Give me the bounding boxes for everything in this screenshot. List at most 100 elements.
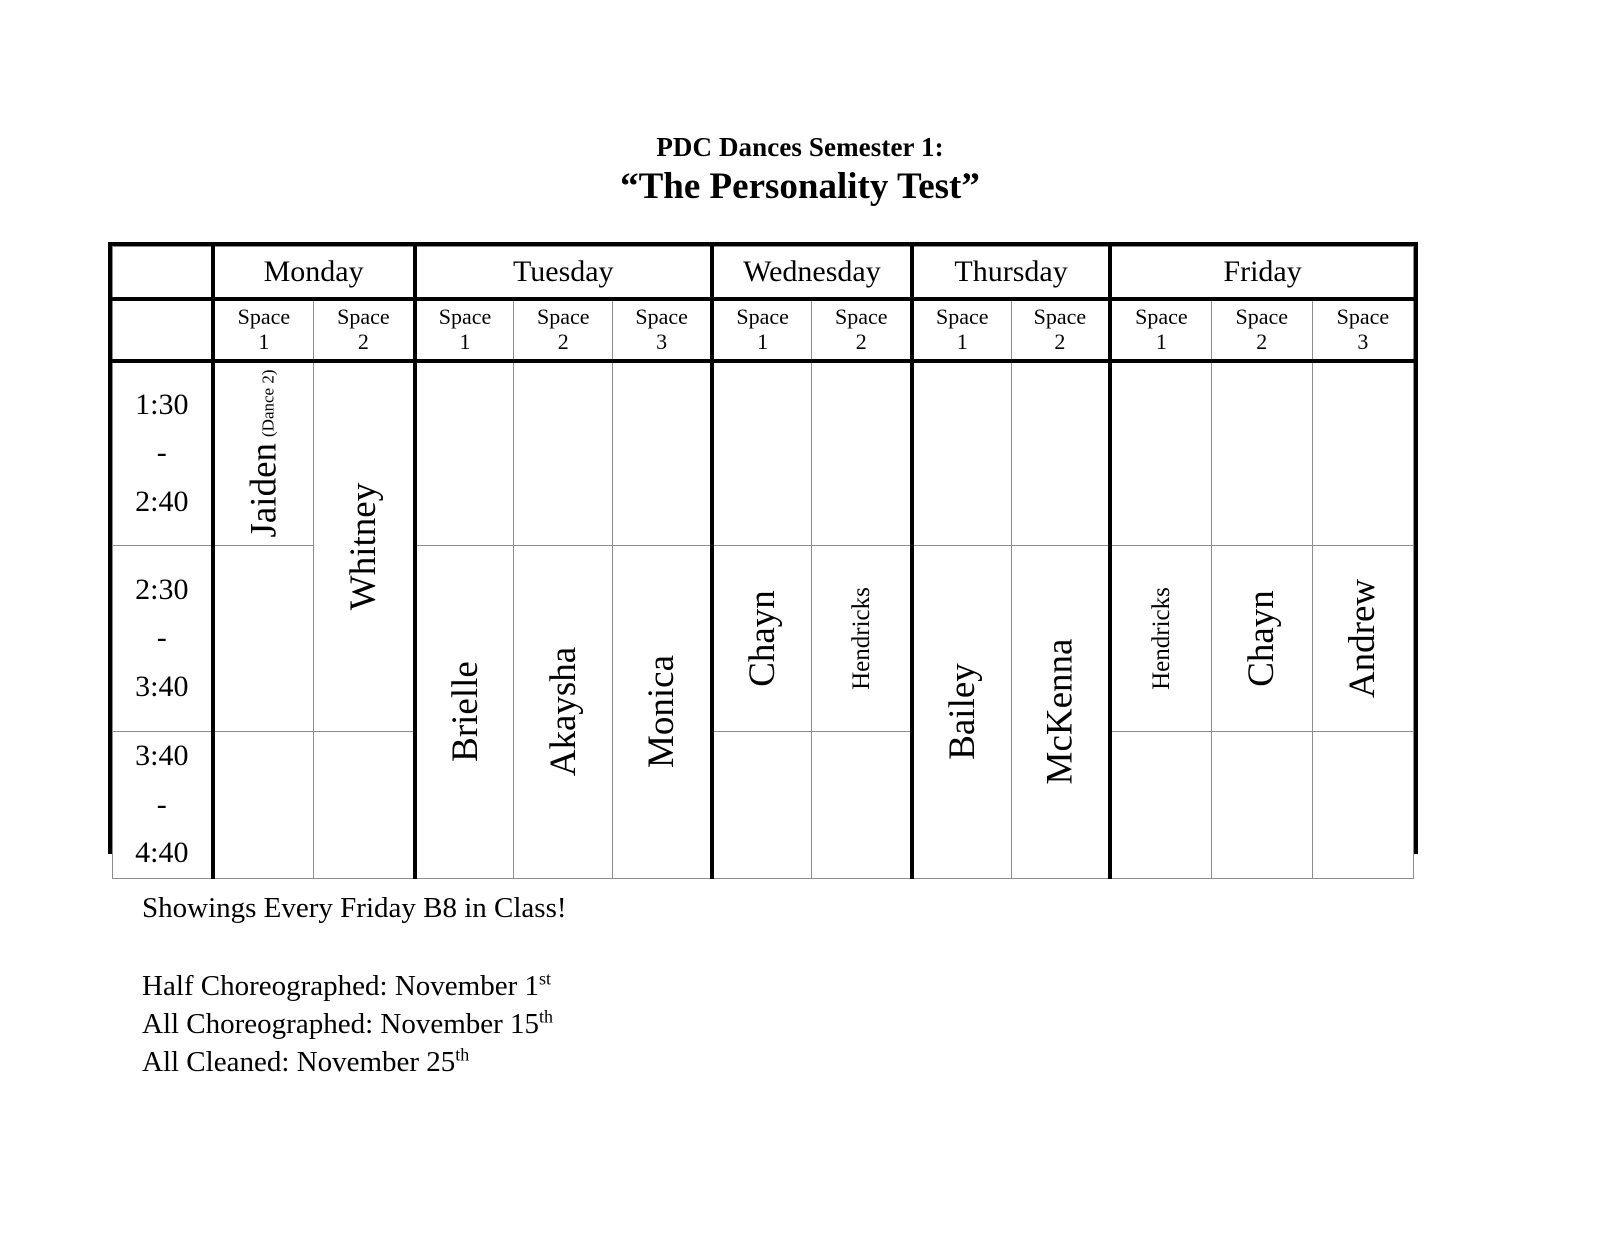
- note-all-choreographed-text: All Choreographed: November 15: [142, 1008, 540, 1041]
- note-showings: Showings Every Friday B8 in Class!: [142, 892, 567, 924]
- header-corner-cell: [111, 246, 214, 301]
- dance-label-jaiden: Jaiden (Dance 2): [215, 363, 314, 546]
- space-header-number: 2: [557, 328, 569, 354]
- space-header-number: 1: [1155, 328, 1167, 354]
- day-header-tuesday: Tuesday: [412, 246, 713, 301]
- space-header-label: Space: [936, 303, 989, 329]
- cell-monday-space1-row3-blocked[interactable]: [210, 731, 315, 879]
- space-header-row: Space 1 Space 2 Space 1 Space 2 Space 3 …: [111, 298, 1415, 363]
- dance-label-monica: Monica: [613, 546, 710, 878]
- day-header-thursday: Thursday: [910, 246, 1111, 301]
- day-header-wednesday: Wednesday: [709, 246, 913, 301]
- space-header-label: Space: [1135, 303, 1188, 329]
- schedule-table-frame: Monday Tuesday Wednesday Thursday Friday…: [108, 242, 1418, 879]
- schedule-row-3: 3:40 - 4:40: [111, 731, 1415, 879]
- note-all-cleaned-ordinal: th: [455, 1044, 470, 1065]
- cell-friday-space2-row1-blocked[interactable]: [1210, 360, 1313, 546]
- dance-label-akaysha: Akaysha: [514, 546, 612, 878]
- cell-monday-space2-row3-blocked[interactable]: [313, 731, 416, 879]
- title-line-2: “The Personality Test”: [620, 165, 980, 207]
- dancer-name: Andrew: [1342, 578, 1384, 699]
- cell-friday-space2-row2[interactable]: Chayn: [1210, 545, 1313, 732]
- space-header-number: 2: [1256, 328, 1268, 354]
- dancer-name: Chayn: [1241, 590, 1283, 687]
- dancer-name: Chayn: [742, 590, 784, 687]
- footer-notes: Showings Every Friday B8 in Class! Half …: [142, 892, 1042, 1082]
- cell-thursday-space1-row1-blocked[interactable]: [910, 360, 1012, 546]
- cell-wednesday-space1-row2[interactable]: Chayn: [709, 545, 813, 732]
- space-header-number: 2: [855, 328, 867, 354]
- dance-label-bailey: Bailey: [914, 546, 1011, 878]
- space-header-label: Space: [736, 303, 789, 329]
- space-header-label: Space: [337, 303, 390, 329]
- cell-friday-space1-row3-blocked[interactable]: [1108, 731, 1212, 879]
- space-header-wednesday-1: Space 1: [709, 298, 813, 363]
- cell-thursday-space2-row1-blocked[interactable]: [1010, 360, 1111, 546]
- cell-tuesday-space1-row2-3[interactable]: Brielle: [412, 545, 515, 879]
- dancer-name: Bailey: [941, 663, 983, 761]
- dancer-name: Brielle: [444, 661, 486, 763]
- day-header-friday: Friday: [1108, 246, 1415, 301]
- cell-monday-space1-row1[interactable]: Jaiden (Dance 2): [210, 360, 315, 546]
- cell-friday-space3-row3-blocked[interactable]: [1311, 731, 1415, 879]
- cell-wednesday-space2-row2[interactable]: Hendricks: [811, 545, 913, 732]
- dancer-name: Hendricks: [1147, 587, 1175, 690]
- schedule-page: PDC Dances Semester 1: “The Personality …: [0, 0, 1600, 1237]
- cell-friday-space3-row1-blocked[interactable]: [1311, 360, 1415, 546]
- dance-sub-label: (Dance 2): [258, 369, 278, 438]
- cell-friday-space2-row3-blocked[interactable]: [1210, 731, 1313, 879]
- space-header-thursday-2: Space 2: [1010, 298, 1111, 363]
- space-header-number: 3: [656, 328, 668, 354]
- space-header-monday-2: Space 2: [313, 298, 416, 363]
- cell-tuesday-space2-row1-blocked[interactable]: [513, 360, 614, 546]
- note-half-choreographed: Half Choreographed: November 1st: [142, 967, 1042, 1005]
- dancer-name: Whitney: [342, 483, 384, 611]
- cell-thursday-space1-row2-3[interactable]: Bailey: [910, 545, 1012, 879]
- dancer-name: McKenna: [1039, 638, 1081, 785]
- space-header-label: Space: [1033, 303, 1087, 329]
- space-header-corner-cell: [111, 298, 214, 363]
- space-header-thursday-1: Space 1: [910, 298, 1012, 363]
- note-all-choreographed: All Choreographed: November 15th: [142, 1005, 1042, 1043]
- space-header-label: Space: [438, 303, 492, 329]
- cell-monday-space2-row1-2[interactable]: Whitney: [313, 360, 416, 732]
- cell-thursday-space2-row2-3[interactable]: McKenna: [1010, 545, 1111, 879]
- cell-monday-space1-row2-empty[interactable]: [210, 545, 315, 732]
- time-label-row-2: 2:30 - 3:40: [111, 545, 214, 732]
- note-all-cleaned: All Cleaned: November 25th: [142, 1043, 1042, 1081]
- space-header-label: Space: [237, 303, 291, 329]
- title-line-1: PDC Dances Semester 1:: [656, 132, 944, 162]
- dance-label-brielle: Brielle: [417, 546, 514, 878]
- space-header-label: Space: [537, 303, 590, 329]
- day-header-row: Monday Tuesday Wednesday Thursday Friday: [111, 246, 1415, 301]
- dance-label-whitney: Whitney: [314, 363, 413, 732]
- schedule-table: Monday Tuesday Wednesday Thursday Friday…: [111, 246, 1415, 879]
- note-all-cleaned-text: All Cleaned: November 25: [142, 1046, 456, 1079]
- cell-friday-space3-row2[interactable]: Andrew: [1311, 545, 1415, 732]
- space-header-friday-2: Space 2: [1210, 298, 1313, 363]
- cell-wednesday-space1-row1-blocked[interactable]: [709, 360, 813, 546]
- space-header-label: Space: [1336, 303, 1390, 329]
- cell-tuesday-space1-row1-blocked[interactable]: [412, 360, 515, 546]
- space-header-monday-1: Space 1: [210, 298, 315, 363]
- cell-tuesday-space3-row1-blocked[interactable]: [612, 360, 713, 546]
- dancer-name: Hendricks: [847, 587, 875, 690]
- time-label-row-1: 1:30 - 2:40: [111, 360, 214, 546]
- dance-label-chayn-wednesday: Chayn: [714, 546, 812, 731]
- cell-wednesday-space2-row1-blocked[interactable]: [811, 360, 913, 546]
- cell-tuesday-space2-row2-3[interactable]: Akaysha: [513, 545, 614, 879]
- space-header-tuesday-2: Space 2: [513, 298, 614, 363]
- cell-tuesday-space3-row2-3[interactable]: Monica: [612, 545, 713, 879]
- dance-label-hendricks-wednesday: Hendricks: [812, 546, 910, 731]
- cell-wednesday-space1-row3-blocked[interactable]: [709, 731, 813, 879]
- time-label-row-3: 3:40 - 4:40: [111, 731, 214, 879]
- cell-friday-space1-row1-blocked[interactable]: [1108, 360, 1212, 546]
- space-header-tuesday-3: Space 3: [612, 298, 713, 363]
- space-header-tuesday-1: Space 1: [412, 298, 515, 363]
- space-header-number: 1: [757, 328, 769, 354]
- page-title: PDC Dances Semester 1: “The Personality …: [0, 132, 1600, 208]
- cell-friday-space1-row2[interactable]: Hendricks: [1108, 545, 1212, 732]
- dance-label-mckenna: McKenna: [1012, 546, 1109, 878]
- note-half-choreographed-ordinal: st: [539, 968, 552, 989]
- cell-wednesday-space2-row3-blocked[interactable]: [811, 731, 913, 879]
